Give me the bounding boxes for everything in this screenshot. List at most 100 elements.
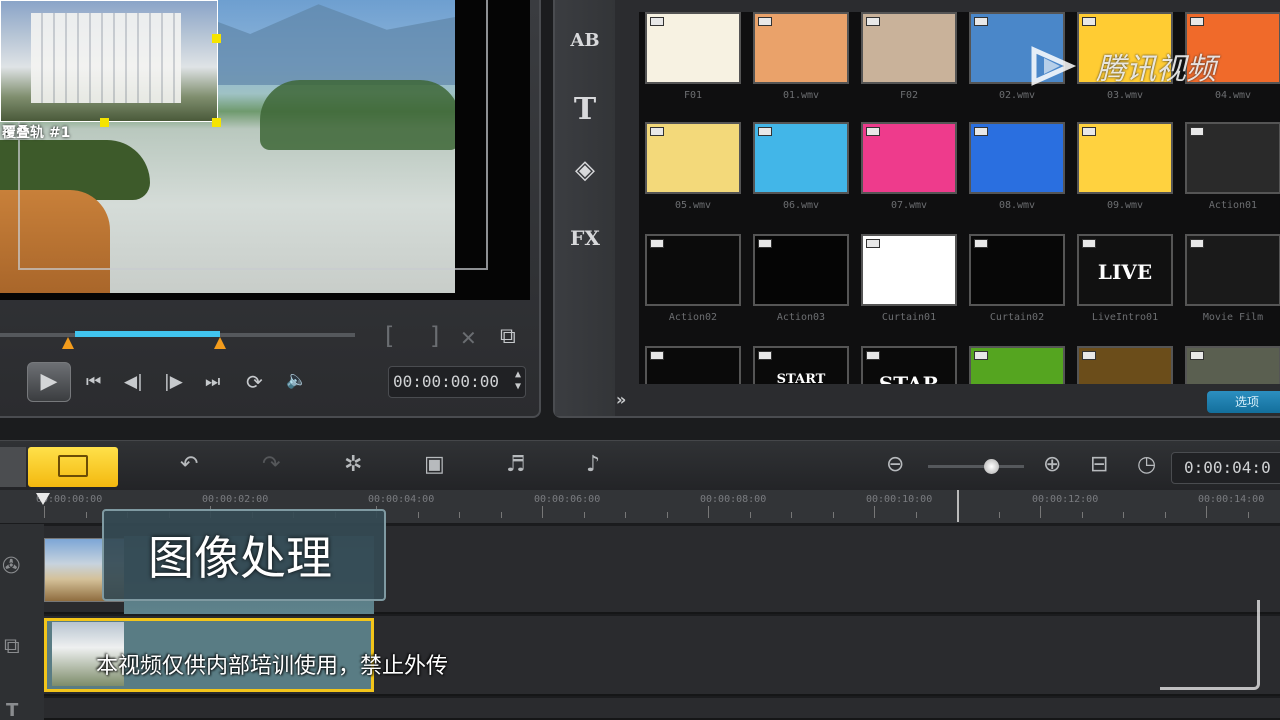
ruler-tick — [459, 512, 460, 518]
decorative-frame — [1160, 600, 1260, 690]
timecode-field[interactable]: 00:00:00:00 ▲ ▼ — [388, 366, 526, 398]
library-tile[interactable] — [1185, 234, 1280, 306]
copy-icon[interactable]: ⧉ — [500, 324, 516, 349]
library-tile[interactable] — [1077, 346, 1173, 384]
title-track[interactable] — [44, 698, 1280, 720]
repeat-icon[interactable]: ⟳ — [246, 370, 263, 394]
library-tile-label: 09.wmv — [1106, 200, 1144, 211]
zoom-in-icon[interactable]: ⊕ — [1043, 452, 1061, 477]
library-tile-label: Action03 — [776, 312, 826, 323]
caption-title: 图像处理 — [148, 531, 332, 585]
playhead[interactable] — [36, 493, 50, 505]
sound-mixer-icon[interactable]: ♬ — [506, 452, 526, 477]
clock-icon[interactable]: ◷ — [1137, 452, 1156, 477]
timeline-view-button[interactable] — [28, 447, 118, 487]
storyboard-view-button[interactable] — [0, 447, 26, 487]
library-tile-label: 07.wmv — [890, 200, 928, 211]
next-frame-icon[interactable]: |▶ — [164, 372, 183, 392]
undo-icon[interactable]: ↶ — [180, 452, 198, 477]
media-badge-icon — [650, 17, 664, 26]
title-icon[interactable]: T — [565, 92, 605, 127]
library-tile[interactable] — [645, 346, 741, 384]
library-tile[interactable] — [969, 346, 1065, 384]
volume-icon[interactable]: 🔈 — [286, 370, 307, 390]
preview-panel: 覆叠轨 #1 [ ] ✕ ⧉ ▶ ⏮ ◀| |▶ ⏭ ⟳ 🔈 00:00:00:… — [0, 0, 541, 418]
library-tile[interactable] — [861, 122, 957, 194]
filter-icon[interactable]: FX — [565, 226, 605, 250]
resize-handle[interactable] — [100, 118, 109, 127]
disclaimer-subtitle: 本视频仅供内部培训使用，禁止外传 — [96, 654, 449, 679]
library-tile[interactable] — [645, 12, 741, 84]
library-tile-label: 08.wmv — [998, 200, 1036, 211]
go-to-end-icon[interactable]: ⏭ — [205, 372, 220, 392]
media-badge-icon — [650, 351, 664, 360]
play-button[interactable]: ▶ — [27, 362, 71, 402]
previous-frame-icon[interactable]: ◀| — [124, 372, 143, 392]
mark-out-handle[interactable] — [214, 337, 226, 349]
library-tile[interactable] — [861, 12, 957, 84]
go-to-start-icon[interactable]: ⏮ — [86, 372, 101, 392]
resize-handle[interactable] — [212, 34, 221, 43]
resize-handle[interactable] — [212, 118, 221, 127]
media-badge-icon — [1082, 127, 1096, 136]
preview-screen[interactable]: 覆叠轨 #1 — [0, 0, 530, 300]
zoom-slider[interactable] — [928, 465, 1024, 468]
media-badge-icon — [974, 239, 988, 248]
ruler-tick — [874, 506, 875, 518]
expand-library-button[interactable]: » — [616, 390, 626, 409]
library-tile[interactable] — [969, 122, 1065, 194]
library-tile-label: Curtain02 — [989, 312, 1045, 323]
library-tile[interactable]: LIVE — [1077, 234, 1173, 306]
library-tile[interactable]: START — [753, 346, 849, 384]
ruler-tick — [417, 512, 419, 518]
timecode-spinner[interactable]: ▲ ▼ — [515, 369, 521, 393]
overlay-clip-preview[interactable] — [0, 0, 218, 122]
library-tile-label: Movie Film — [1202, 312, 1264, 323]
track-label: 覆叠轨 #1 — [2, 125, 71, 141]
zoom-slider-knob[interactable] — [984, 459, 999, 474]
library-tile[interactable] — [753, 12, 849, 84]
cut-icon[interactable]: ✕ — [460, 326, 477, 350]
zoom-out-icon[interactable]: ⊖ — [886, 452, 904, 477]
track-header-column: ✇ ⧉ T — [0, 524, 44, 720]
snapshot-icon[interactable]: ▣ — [424, 452, 445, 477]
mark-in-out-buttons[interactable]: [ ] — [385, 322, 453, 350]
ruler-tick — [1123, 512, 1124, 518]
ruler-label: 00:00:06:00 — [534, 494, 601, 505]
library-tile[interactable] — [861, 234, 957, 306]
options-button[interactable]: 选项 — [1207, 391, 1280, 413]
media-badge-icon — [974, 351, 988, 360]
record-capture-icon[interactable]: ✲ — [344, 452, 362, 477]
library-tile-label: Action02 — [668, 312, 718, 323]
ruler-tick — [749, 512, 751, 518]
library-tile[interactable] — [1185, 122, 1280, 194]
fit-project-icon[interactable]: ⊟ — [1090, 452, 1108, 477]
library-tile[interactable] — [753, 234, 849, 306]
library-tile-label: LiveIntro01 — [1091, 312, 1159, 323]
transition-icon[interactable]: AB — [565, 30, 605, 51]
film-reel-icon: ✇ — [2, 554, 21, 579]
library-tile[interactable] — [645, 122, 741, 194]
library-tile[interactable] — [645, 234, 741, 306]
library-tile[interactable]: STAR — [861, 346, 957, 384]
library-tile[interactable] — [1185, 346, 1280, 384]
project-duration[interactable]: 0:00:04:0 — [1171, 452, 1280, 484]
media-badge-icon — [758, 351, 772, 360]
graphic-icon[interactable]: ◈ — [565, 155, 605, 185]
ruler-tick — [832, 512, 834, 518]
mark-in-handle[interactable] — [62, 337, 74, 349]
auto-music-icon[interactable]: ♪ — [586, 452, 600, 477]
library-tile-label: 05.wmv — [674, 200, 712, 211]
redo-icon[interactable]: ↷ — [262, 452, 280, 477]
library-tile[interactable] — [753, 122, 849, 194]
library-tile[interactable] — [1077, 122, 1173, 194]
ruler-label: 00:00:02:00 — [202, 494, 269, 505]
library-tile-label: Action01 — [1208, 200, 1258, 211]
media-badge-icon — [1082, 239, 1096, 248]
trim-range[interactable] — [75, 331, 220, 337]
library-tile-label: 06.wmv — [782, 200, 820, 211]
media-badge-icon — [974, 127, 988, 136]
media-badge-icon — [758, 239, 772, 248]
overlay-track-icon: ⧉ — [4, 634, 20, 659]
library-tile[interactable] — [969, 234, 1065, 306]
